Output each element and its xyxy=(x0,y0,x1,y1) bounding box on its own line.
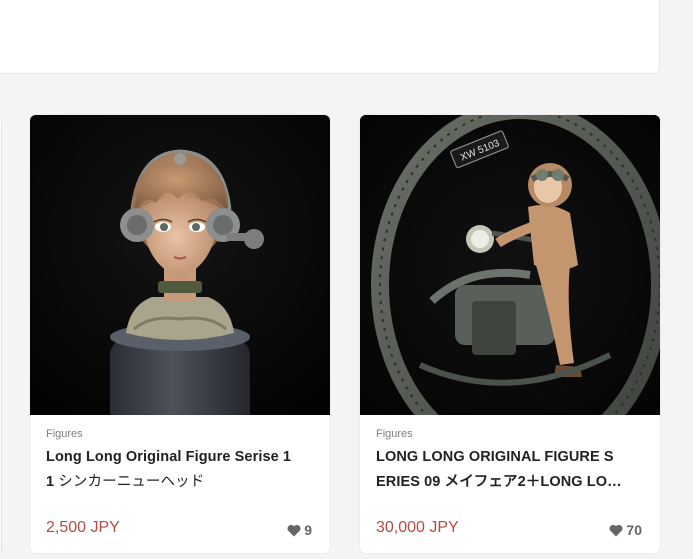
previous-card-fragment xyxy=(0,0,660,74)
listing-title-line2-jp: メイフェア2＋LONG LO… xyxy=(444,474,622,490)
listing-title-line1: LONG LONG ORIGINAL FIGURE S xyxy=(376,449,614,465)
listing-info: Figures Long Long Original Figure Serise… xyxy=(30,415,330,553)
like-button[interactable]: 70 xyxy=(609,522,642,538)
heart-icon xyxy=(609,524,623,536)
listing-title-line2: ERIES 09 メイフェア2＋LONG LO… xyxy=(376,470,648,495)
listing-info: Figures LONG LONG ORIGINAL FIGURE S ERIE… xyxy=(360,415,660,553)
listing-title-line2-prefix: 1 xyxy=(46,474,59,490)
offscreen-card-edge xyxy=(0,115,2,555)
like-count: 70 xyxy=(626,522,642,538)
listing-category[interactable]: Figures xyxy=(46,428,83,440)
listing-category[interactable]: Figures xyxy=(376,428,413,440)
listing-price: 2,500 JPY xyxy=(46,519,120,536)
listing-card[interactable]: XW 5103 Figures LONG LONG ORIGINAL FIGUR… xyxy=(360,115,660,553)
listing-thumbnail[interactable]: XW 5103 xyxy=(360,115,660,415)
listing-title-line2-prefix: ERIES 09 xyxy=(376,474,445,490)
listing-title-line1: Long Long Original Figure Serise 1 xyxy=(46,449,292,465)
like-button[interactable]: 9 xyxy=(287,522,312,538)
figure-bust-photo xyxy=(30,115,330,415)
monowheel-figure-photo: XW 5103 xyxy=(360,115,660,415)
heart-icon xyxy=(287,524,301,536)
like-count: 9 xyxy=(304,522,312,538)
listing-title-line2-jp: シンカーニューヘッド xyxy=(58,474,205,490)
listing-thumbnail[interactable] xyxy=(30,115,330,415)
listing-title-line2: 1 シンカーニューヘッド xyxy=(46,470,318,495)
listing-title[interactable]: Long Long Original Figure Serise 1 1 シンカ… xyxy=(46,445,318,495)
listing-title[interactable]: LONG LONG ORIGINAL FIGURE S ERIES 09 メイフ… xyxy=(376,445,648,495)
listing-card[interactable]: Figures Long Long Original Figure Serise… xyxy=(30,115,330,553)
listing-price: 30,000 JPY xyxy=(376,519,459,536)
